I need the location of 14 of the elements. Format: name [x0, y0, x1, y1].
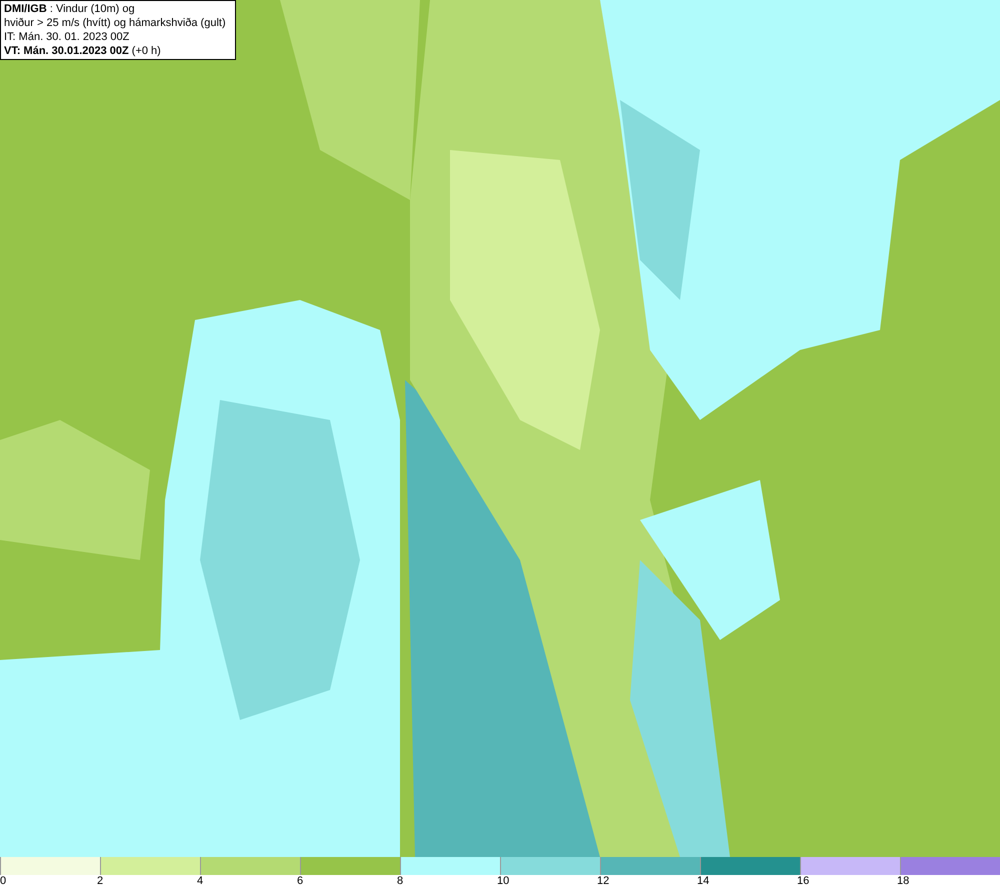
info-text: IT: Mán. 30. 01. 2023 00Z [4, 30, 130, 44]
legend-label: 14 [697, 875, 710, 887]
info-text: DMI/IGB : Vindur (10m) og [4, 2, 136, 16]
info-text: VT: Mán. 30.01.2023 00Z (+0 h) [4, 44, 162, 58]
legend-label: 18 [897, 875, 910, 887]
legend-label: 10 [497, 875, 510, 887]
legend-label: 6 [297, 875, 304, 887]
legend-label: 4 [197, 875, 204, 887]
legend-label: 12 [597, 875, 610, 887]
legend-label: 0 [0, 875, 6, 887]
legend-label: 8 [397, 875, 404, 887]
legend-label: 16 [797, 875, 810, 887]
legend-label: 2 [97, 875, 104, 887]
info-text: hviður > 25 m/s (hvítt) og hámarkshviða (gult) [4, 16, 227, 30]
